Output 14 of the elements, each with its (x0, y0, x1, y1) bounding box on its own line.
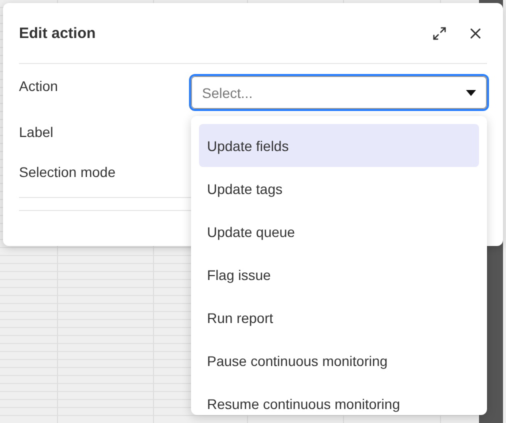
select-placeholder: Select... (202, 84, 254, 100)
field-label: Action (19, 77, 59, 94)
field-label: Label (19, 123, 54, 140)
dropdown-option[interactable]: Resume continuous monitoring (199, 382, 479, 415)
dialog-title: Edit action (19, 24, 97, 42)
dropdown-option[interactable]: Pause continuous monitoring (199, 339, 479, 382)
dropdown-option[interactable]: Run report (199, 296, 479, 339)
field-label: Selection mode (19, 163, 117, 180)
dropdown-option[interactable]: Flag issue (199, 253, 479, 296)
action-select[interactable]: Select... (191, 76, 487, 109)
dropdown-option[interactable]: Update fields (199, 124, 479, 167)
dropdown-option[interactable]: Update queue (199, 210, 479, 253)
caret-icon (466, 90, 476, 96)
dropdown-option[interactable]: Update tags (199, 167, 479, 210)
